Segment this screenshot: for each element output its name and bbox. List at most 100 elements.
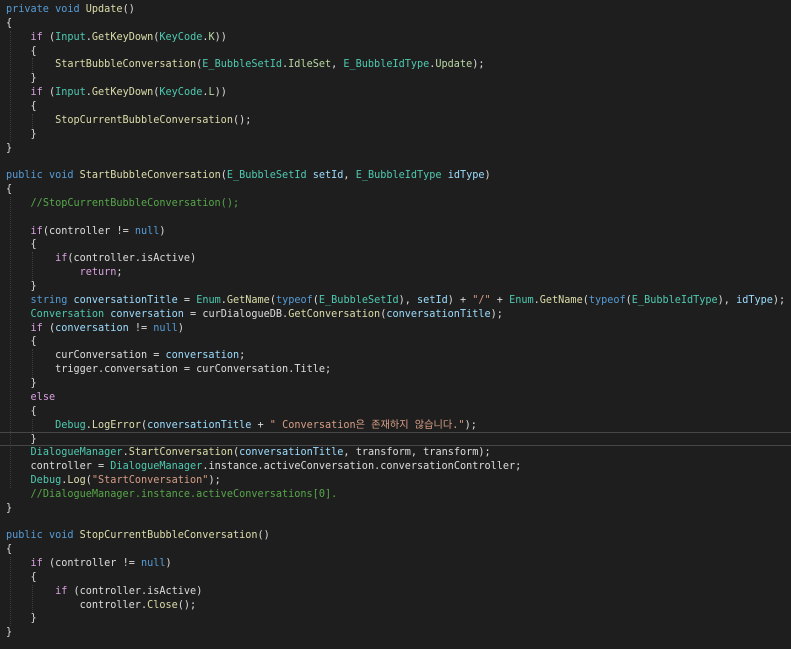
code-line[interactable]: { (0, 17, 791, 31)
code-line[interactable]: string conversationTitle = Enum.GetName(… (0, 294, 791, 308)
code-line[interactable]: { (0, 183, 791, 197)
code-line[interactable]: if (conversation != null) (0, 322, 791, 336)
code-token-local: conversation (165, 350, 240, 362)
code-token-ctrl: if (55, 253, 68, 265)
code-line[interactable]: } (0, 142, 791, 156)
code-line[interactable]: } (0, 280, 791, 294)
code-line[interactable] (0, 211, 791, 225)
code-line[interactable]: } (0, 502, 791, 516)
code-line[interactable]: StopCurrentBubbleConversation(); (0, 114, 791, 128)
code-token-plain: } (6, 502, 13, 514)
code-token-type: Enum (509, 294, 534, 306)
code-line[interactable]: { (0, 238, 791, 252)
code-token-plain: , (331, 59, 344, 71)
code-line[interactable]: return; (0, 266, 791, 280)
code-token-plain: controller (55, 558, 117, 569)
code-line[interactable]: } (0, 626, 791, 640)
code-line[interactable] (0, 155, 791, 169)
code-token-plain: { (6, 571, 37, 583)
code-line[interactable]: StartBubbleConversation(E_BubbleSetId.Id… (0, 58, 791, 72)
code-line[interactable]: DialogueManager.StartConversation(conver… (0, 446, 791, 460)
code-token-plain: } (6, 613, 37, 625)
code-token-plain: ), (398, 294, 418, 306)
code-line[interactable]: if (controller != null) (0, 557, 791, 571)
code-line[interactable]: if (Input.GetKeyDown(KeyCode.L)) (0, 86, 791, 100)
code-token-type: KeyCode (159, 87, 203, 99)
code-token-plain: () (257, 530, 270, 542)
code-line[interactable]: curConversation = conversation; (0, 349, 791, 363)
code-token-method: Update (85, 4, 123, 15)
code-token-kw: typeof (588, 294, 626, 306)
code-token-plain: ); (772, 294, 786, 306)
code-token-string: " Conversation은 존재하지 않습니다." (269, 419, 465, 431)
code-line[interactable]: { (0, 335, 791, 349)
code-token-method: StartConversation (128, 447, 233, 459)
code-token-plain: conversationController (380, 461, 516, 473)
code-line[interactable]: } (0, 128, 791, 142)
code-line[interactable]: trigger.conversation = curConversation.T… (0, 363, 791, 377)
code-token-plain: ); (478, 447, 491, 459)
code-line[interactable]: //DialogueManager.instance.activeConvers… (0, 488, 791, 502)
code-token-plain: controller (79, 585, 141, 597)
code-line[interactable]: } (0, 72, 791, 86)
code-line[interactable]: { (0, 405, 791, 419)
current-code-line[interactable]: } (0, 432, 791, 447)
code-token-plain: controller (30, 461, 92, 473)
code-token-plain: ) (159, 225, 166, 237)
code-token-plain: ); (208, 474, 221, 486)
code-line[interactable]: if (Input.GetKeyDown(KeyCode.K)) (0, 31, 791, 45)
code-editor[interactable]: private void Update(){ if (Input.GetKeyD… (0, 0, 791, 649)
code-line[interactable]: Debug.Log("StartConversation"); (0, 474, 791, 488)
code-token-ctrl: if (30, 558, 43, 569)
code-line[interactable]: { (0, 45, 791, 59)
code-line[interactable]: Debug.LogError(conversationTitle + " Con… (0, 419, 791, 433)
code-token-plain: curConversation (196, 364, 289, 376)
code-line[interactable]: //StopCurrentBubbleConversation(); (0, 197, 791, 211)
code-line[interactable]: controller = DialogueManager.instance.ac… (0, 460, 791, 474)
code-line[interactable]: { (0, 100, 791, 114)
code-line[interactable]: if(controller.isActive) (0, 252, 791, 266)
code-token-plain: ( (67, 585, 80, 597)
code-token-type: Debug (55, 419, 86, 431)
code-token-type: Conversation (30, 308, 105, 320)
code-token-plain: { (6, 544, 13, 556)
code-token-plain: isActive (147, 585, 197, 597)
code-line[interactable]: else (0, 391, 791, 405)
code-line[interactable]: { (0, 571, 791, 585)
code-line[interactable]: if(controller != null) (0, 225, 791, 239)
code-line[interactable]: public void StopCurrentBubbleConversatio… (0, 529, 791, 543)
code-line[interactable]: } (0, 377, 791, 391)
code-token-plain: { (6, 100, 37, 112)
code-token-kw: public (6, 170, 43, 182)
code-line[interactable]: } (0, 612, 791, 626)
code-token-plain: ) (165, 558, 172, 569)
code-token-plain: controller (73, 253, 135, 265)
code-line[interactable]: if (controller.isActive) (0, 585, 791, 599)
code-token-method: StopCurrentBubbleConversation (55, 114, 233, 126)
code-line[interactable]: { (0, 543, 791, 557)
code-token-enum: IdleSet (288, 59, 332, 71)
code-line[interactable]: Conversation conversation = curDialogueD… (0, 308, 791, 322)
code-line[interactable]: public void StartBubbleConversation(E_Bu… (0, 169, 791, 183)
code-token-method: StartBubbleConversation (55, 59, 197, 71)
code-token-plain: isActive (140, 253, 191, 265)
code-token-method: StopCurrentBubbleConversation (79, 530, 258, 542)
code-line[interactable]: private void Update() (0, 3, 791, 17)
code-token-plain: } (6, 142, 13, 154)
code-token-ctrl: if (55, 585, 68, 597)
code-token-plain: = (91, 461, 111, 473)
code-token-kw: typeof (275, 294, 313, 306)
code-token-plain: { (6, 184, 13, 196)
code-token-plain: } (6, 627, 13, 639)
code-token-method: GetKeyDown (91, 31, 154, 43)
code-token-plain: ); (490, 308, 503, 320)
code-token-plain: (); (177, 599, 197, 611)
code-line[interactable] (0, 515, 791, 529)
code-line[interactable]: controller.Close(); (0, 599, 791, 613)
